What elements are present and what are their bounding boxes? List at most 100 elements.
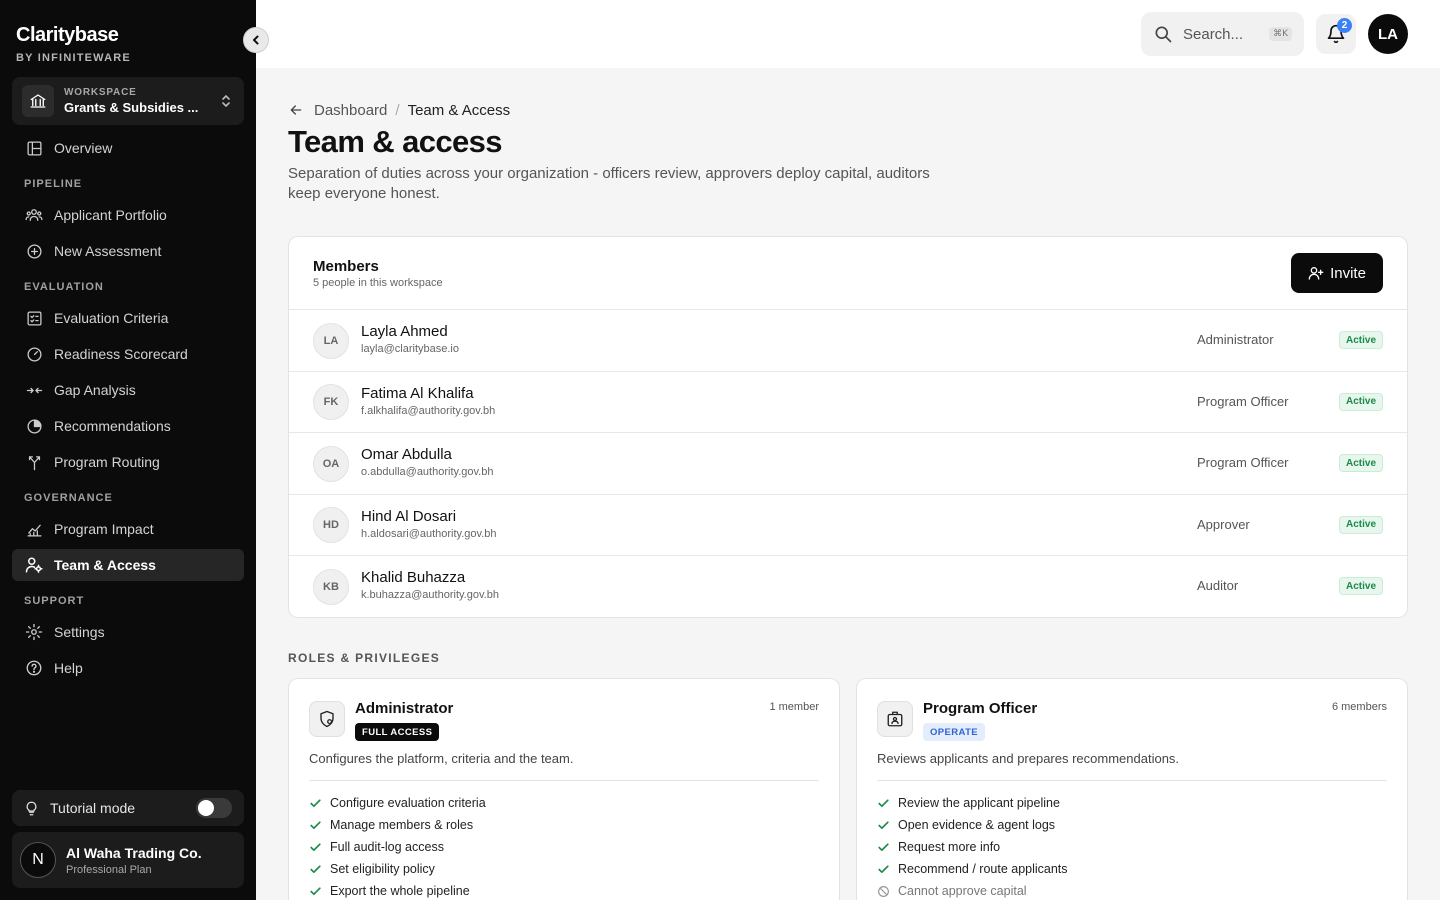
- user-avatar[interactable]: LA: [1368, 14, 1408, 54]
- avatar: HD: [313, 507, 349, 543]
- tutorial-mode-toggle[interactable]: [196, 798, 232, 818]
- workspace-label: WORKSPACE: [64, 87, 137, 98]
- sidebar-item-team-access[interactable]: Team & Access: [12, 549, 244, 581]
- route-split-icon: [24, 452, 44, 472]
- sidebar-item-applicant-portfolio[interactable]: Applicant Portfolio: [12, 199, 244, 231]
- permission-label: Review the applicant pipeline: [898, 796, 1060, 810]
- sidebar-item-help[interactable]: Help: [12, 652, 244, 684]
- user-cog-icon: [24, 555, 44, 575]
- search-icon: [1153, 24, 1173, 44]
- member-name: Omar Abdulla: [361, 446, 452, 463]
- check-icon: [309, 884, 323, 898]
- layout-icon: [24, 138, 44, 158]
- section-label-pipeline: PIPELINE: [24, 178, 83, 190]
- list-item: Configure evaluation criteria: [309, 792, 486, 814]
- collapse-sidebar-button[interactable]: [243, 27, 269, 53]
- permission-label: Cannot approve capital: [898, 884, 1027, 898]
- role-badge: OPERATE: [923, 723, 986, 741]
- check-icon: [309, 862, 323, 876]
- list-item: Cannot approve capital: [877, 880, 1068, 900]
- check-icon: [877, 862, 891, 876]
- search-input[interactable]: Search... ⌘K: [1141, 12, 1304, 56]
- arrows-in-icon: [24, 380, 44, 400]
- list-item: Manage members & roles: [309, 814, 486, 836]
- sidebar-item-label: Settings: [54, 624, 105, 640]
- help-circle-icon: [24, 658, 44, 678]
- topbar: Search... ⌘K 2 LA: [256, 0, 1440, 68]
- table-row[interactable]: HD Hind Al Dosari h.aldosari@authority.g…: [289, 495, 1407, 556]
- list-item: Recommend / route applicants: [877, 858, 1068, 880]
- sidebar-item-evaluation-criteria[interactable]: Evaluation Criteria: [12, 302, 244, 334]
- status-badge: Active: [1338, 577, 1383, 595]
- list-item: Export the whole pipeline: [309, 880, 486, 900]
- permission-label: Manage members & roles: [330, 818, 474, 832]
- sidebar-item-program-routing[interactable]: Program Routing: [12, 446, 244, 478]
- members-title: Members: [313, 258, 379, 275]
- table-row[interactable]: FK Fatima Al Khalifa f.alkhalifa@authori…: [289, 372, 1407, 433]
- sidebar-item-gap-analysis[interactable]: Gap Analysis: [12, 374, 244, 406]
- workspace-switcher[interactable]: WORKSPACE Grants & Subsidies ...: [12, 77, 244, 125]
- org-switcher[interactable]: N Al Waha Trading Co. Professional Plan: [12, 832, 244, 888]
- shield-gear-icon: [309, 701, 345, 737]
- permission-label: Set eligibility policy: [330, 862, 435, 876]
- members-card: Members 5 people in this workspace Invit…: [288, 236, 1408, 618]
- member-name: Khalid Buhazza: [361, 569, 466, 586]
- org-name: Al Waha Trading Co.: [66, 844, 202, 861]
- check-icon: [309, 796, 323, 810]
- gear-icon: [24, 622, 44, 642]
- breadcrumb-link-dashboard[interactable]: Dashboard: [314, 102, 387, 119]
- chart-line-icon: [24, 519, 44, 539]
- table-row[interactable]: LA Layla Ahmed layla@claritybase.io Admi…: [289, 310, 1407, 372]
- members-header: Members 5 people in this workspace Invit…: [289, 237, 1407, 310]
- table-row[interactable]: KB Khalid Buhazza k.buhazza@authority.go…: [289, 556, 1407, 617]
- invite-button[interactable]: Invite: [1291, 253, 1383, 293]
- sidebar-item-label: New Assessment: [54, 243, 162, 259]
- table-row[interactable]: OA Omar Abdulla o.abdulla@authority.gov.…: [289, 433, 1407, 495]
- status-badge: Active: [1338, 331, 1383, 349]
- status-badge: Active: [1338, 515, 1383, 534]
- sidebar-item-settings[interactable]: Settings: [12, 616, 244, 648]
- workspace-name: Grants & Subsidies ...: [64, 100, 199, 115]
- org-plan: Professional Plan: [66, 863, 152, 876]
- arrow-left-icon[interactable]: [288, 102, 304, 118]
- brand-sub: BY INFINITEWARE: [16, 52, 131, 64]
- member-role: Administrator: [1197, 332, 1274, 347]
- plus-circle-icon: [24, 241, 44, 261]
- sidebar-item-label: Team & Access: [54, 557, 156, 573]
- member-role: Auditor: [1197, 578, 1239, 593]
- permission-label: Configure evaluation criteria: [330, 796, 486, 810]
- checklist-icon: [24, 308, 44, 328]
- member-role: Program Officer: [1197, 393, 1289, 409]
- role-card-administrator: Administrator FULL ACCESS 1 member Confi…: [288, 678, 840, 900]
- sidebar-item-label: Gap Analysis: [54, 382, 136, 398]
- role-name: Program Officer: [923, 700, 1038, 717]
- member-email: layla@claritybase.io: [361, 343, 459, 355]
- notifications-button[interactable]: 2: [1316, 14, 1356, 54]
- check-icon: [877, 796, 891, 810]
- sidebar-item-program-impact[interactable]: Program Impact: [12, 513, 244, 545]
- list-item: Request more info: [877, 836, 1068, 858]
- role-member-count: 1 member: [769, 701, 819, 713]
- members-subtitle: 5 people in this workspace: [313, 277, 443, 289]
- permission-label: Export the whole pipeline: [330, 884, 470, 898]
- sidebar-item-label: Program Routing: [54, 454, 160, 470]
- sidebar-item-label: Applicant Portfolio: [54, 207, 167, 223]
- sidebar-item-readiness-scorecard[interactable]: Readiness Scorecard: [12, 338, 244, 370]
- sidebar-item-label: Readiness Scorecard: [54, 346, 188, 362]
- member-email: o.abdulla@authority.gov.bh: [361, 466, 494, 478]
- section-label-support: SUPPORT: [24, 595, 85, 607]
- divider: [877, 780, 1387, 781]
- search-shortcut: ⌘K: [1269, 27, 1292, 41]
- gauge-icon: [24, 344, 44, 364]
- id-badge-icon: [877, 701, 913, 737]
- permission-list: Review the applicant pipeline Open evide…: [877, 792, 1068, 900]
- permission-label: Open evidence & agent logs: [898, 818, 1056, 832]
- avatar: FK: [313, 384, 349, 420]
- org-avatar: N: [20, 842, 56, 878]
- users-icon: [24, 205, 44, 225]
- sidebar-item-recommendations[interactable]: Recommendations: [12, 410, 244, 442]
- section-label-governance: GOVERNANCE: [24, 492, 113, 504]
- sidebar-item-overview[interactable]: Overview: [12, 132, 244, 164]
- sidebar-item-new-assessment[interactable]: New Assessment: [12, 235, 244, 267]
- page-title: Team & access: [288, 124, 503, 159]
